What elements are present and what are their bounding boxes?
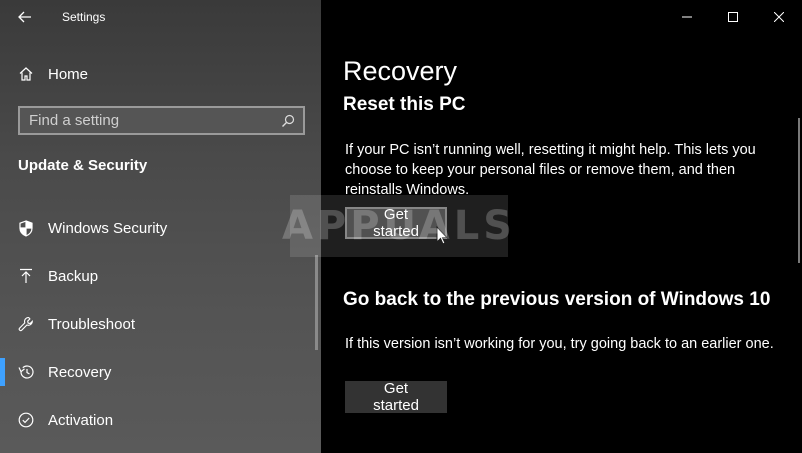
- check-circle-icon: [0, 412, 48, 428]
- section-heading: Update & Security: [18, 157, 148, 174]
- title-bar-left: Settings: [0, 0, 321, 34]
- close-button[interactable]: [756, 0, 802, 34]
- window-controls: [664, 0, 802, 34]
- mouse-cursor-icon: [436, 226, 448, 245]
- go-back-get-started-button[interactable]: Get started: [345, 380, 447, 414]
- reset-get-started-button[interactable]: Get started: [345, 206, 447, 240]
- sidebar-item-windows-security[interactable]: Windows Security: [0, 204, 321, 252]
- minimize-icon: [682, 16, 692, 18]
- maximize-icon: [728, 12, 738, 22]
- search-input[interactable]: Find a setting: [18, 106, 305, 135]
- home-icon: [0, 66, 48, 82]
- backup-arrow-icon: [0, 268, 48, 284]
- back-button[interactable]: [0, 0, 50, 34]
- back-arrow-icon: [18, 11, 31, 23]
- sidebar-item-activation[interactable]: Activation: [0, 396, 321, 444]
- main-scrollbar[interactable]: [798, 118, 800, 263]
- home-label: Home: [48, 65, 89, 83]
- page-title: Recovery: [343, 56, 458, 86]
- sidebar-item-label: Windows Security: [48, 219, 168, 237]
- maximize-button[interactable]: [710, 0, 756, 34]
- reset-description: If your PC isn’t running well, resetting…: [345, 142, 756, 198]
- active-indicator: [0, 358, 5, 386]
- sidebar: Settings Home Find a setting Update & Se…: [0, 0, 321, 453]
- history-icon: [0, 364, 48, 380]
- close-icon: [774, 12, 784, 22]
- sidebar-item-backup[interactable]: Backup: [0, 252, 321, 300]
- sidebar-item-recovery[interactable]: Recovery: [0, 348, 321, 396]
- minimize-button[interactable]: [664, 0, 710, 34]
- shield-icon: [0, 219, 48, 237]
- go-back-description: If this version isn’t working for you, t…: [345, 336, 774, 352]
- app-title: Settings: [62, 10, 106, 24]
- sidebar-item-label: Recovery: [48, 363, 112, 381]
- search-placeholder: Find a setting: [29, 112, 120, 129]
- wrench-icon: [0, 316, 48, 332]
- sidebar-item-label: Troubleshoot: [48, 315, 135, 333]
- sidebar-nav: Windows Security Backup Troubleshoot Rec…: [0, 204, 321, 444]
- nav-home[interactable]: Home: [0, 58, 321, 90]
- search-icon[interactable]: [281, 114, 295, 128]
- go-back-heading: Go back to the previous version of Windo…: [343, 289, 771, 310]
- sidebar-item-label: Backup: [48, 267, 99, 285]
- main-content: Recovery Reset this PC If your PC isn’t …: [321, 0, 802, 453]
- sidebar-item-troubleshoot[interactable]: Troubleshoot: [0, 300, 321, 348]
- sidebar-item-label: Activation: [48, 411, 114, 429]
- sidebar-scrollbar[interactable]: [315, 255, 318, 350]
- reset-heading: Reset this PC: [343, 94, 466, 115]
